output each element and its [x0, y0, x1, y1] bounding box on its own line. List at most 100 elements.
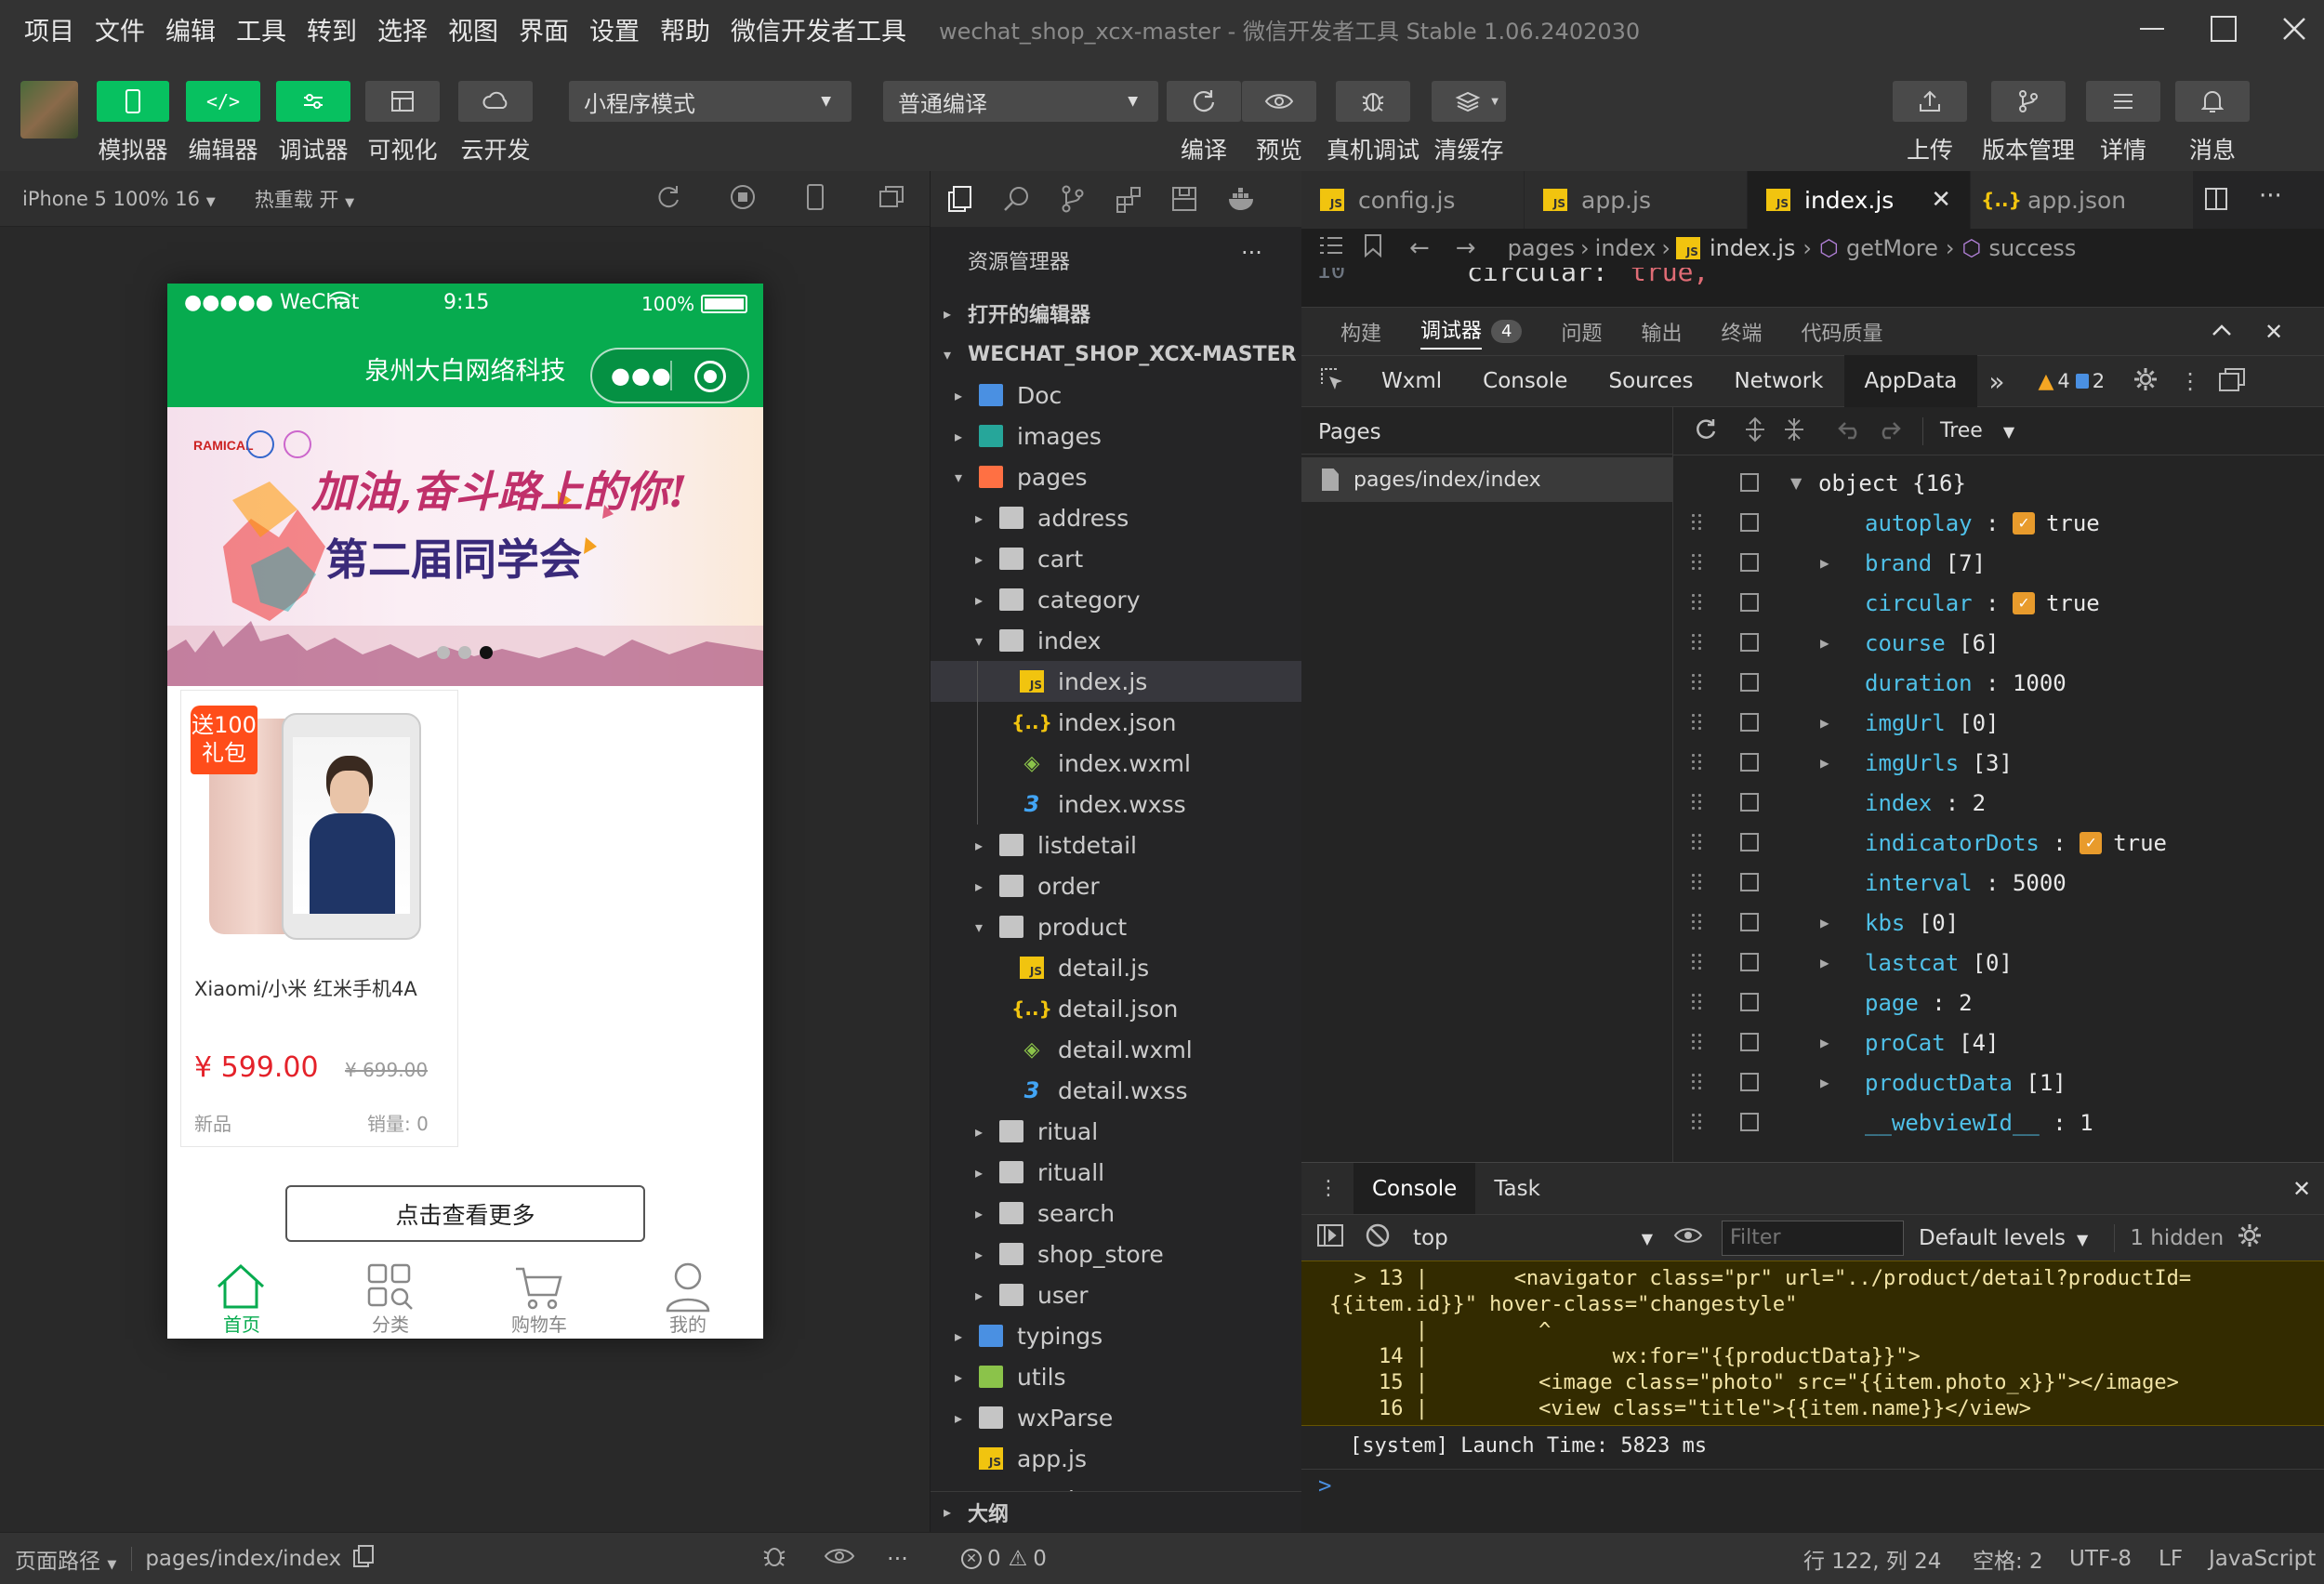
tree-file[interactable]: 3 detail.wxss	[931, 1070, 1302, 1111]
row-checkbox-icon[interactable]	[1740, 593, 1759, 612]
row-checkbox-icon[interactable]	[1740, 553, 1759, 572]
drag-handle-icon[interactable]	[1690, 832, 1703, 852]
appdata-row[interactable]: circular : ✓ true	[1673, 583, 2324, 623]
compile-mode-select[interactable]: 普通编译 ▼	[883, 81, 1158, 122]
menu-settings[interactable]: 设置	[579, 11, 650, 47]
device-icon[interactable]	[805, 183, 825, 215]
drag-handle-icon[interactable]	[1690, 952, 1703, 972]
appdata-row[interactable]: ▶ kbs [0]	[1673, 903, 2324, 943]
panel-tab-wxml[interactable]: Wxml	[1361, 355, 1462, 407]
menu-goto[interactable]: 转到	[297, 11, 367, 47]
close-panel-icon[interactable]: ✕	[2265, 319, 2283, 345]
tree-folder[interactable]: ▸ search	[931, 1193, 1302, 1234]
tree-folder[interactable]: ▸ address	[931, 497, 1302, 538]
panel-tab-network[interactable]: Network	[1713, 355, 1843, 407]
appdata-row[interactable]: ▶ productData [1]	[1673, 1063, 2324, 1102]
info-count[interactable]: 2	[2093, 370, 2105, 392]
drag-handle-icon[interactable]	[1690, 1032, 1703, 1052]
breadcrumb-callback[interactable]: success	[1988, 235, 2076, 261]
outline-section[interactable]: ▸ 大纲	[931, 1491, 1302, 1532]
appdata-row[interactable]: ▶ brand [7]	[1673, 543, 2324, 583]
chevron-up-icon[interactable]	[2211, 320, 2233, 343]
visual-button[interactable]	[365, 81, 440, 122]
problems-indicator[interactable]: ✕ 0 ⚠ 0	[961, 1547, 1047, 1571]
back-arrow-icon[interactable]: ←	[1409, 234, 1430, 262]
editor-more-icon[interactable]: ···	[2259, 182, 2282, 210]
code-editor[interactable]: 10 circular: true,	[1301, 268, 2324, 288]
details-button[interactable]	[2086, 81, 2160, 122]
close-window-button[interactable]	[2266, 7, 2322, 50]
editor-tab-index-js[interactable]: JS index.js ✕	[1748, 171, 1971, 229]
search-icon[interactable]	[1002, 184, 1032, 218]
forward-arrow-icon[interactable]: →	[1456, 234, 1476, 262]
tab-debugger[interactable]: 调试器	[1420, 314, 1483, 350]
list-icon[interactable]	[1318, 234, 1344, 262]
version-button[interactable]	[1991, 81, 2066, 122]
row-checkbox-icon[interactable]	[1740, 993, 1759, 1011]
dock-icon[interactable]	[2218, 366, 2246, 396]
tab-mine[interactable]: 我的	[614, 1255, 762, 1339]
breadcrumb-pages[interactable]: pages	[1508, 235, 1575, 261]
tree-folder[interactable]: ▸ order	[931, 865, 1302, 906]
tab-terminal[interactable]: 终端	[1722, 317, 1763, 347]
expand-all-icon[interactable]	[1744, 416, 1766, 446]
menu-view[interactable]: 视图	[438, 11, 508, 47]
editor-tab-config-js[interactable]: JS config.js	[1301, 171, 1525, 229]
tree-folder[interactable]: ▸ shop_store	[931, 1234, 1302, 1274]
avatar[interactable]	[20, 81, 78, 139]
appdata-value[interactable]: [0]	[1973, 950, 2013, 976]
appdata-value[interactable]: 2	[1973, 790, 1986, 816]
appdata-row[interactable]: __webviewId__ : 1	[1673, 1102, 2324, 1142]
appdata-row[interactable]: indicatorDots : ✓ true	[1673, 823, 2324, 863]
eye-icon[interactable]	[824, 1546, 855, 1572]
storage-icon[interactable]	[1170, 184, 1198, 218]
tree-root-row[interactable]: ▼ object {16}	[1673, 463, 2324, 503]
row-checkbox-icon[interactable]	[1740, 713, 1759, 732]
compile-button[interactable]	[1167, 81, 1241, 122]
tree-file[interactable]: 3 index.wxss	[931, 784, 1302, 825]
redo-icon[interactable]	[1876, 419, 1902, 443]
panel-tab-console[interactable]: Console	[1462, 355, 1588, 407]
copy-icon[interactable]	[352, 1544, 375, 1574]
kebab-menu-icon[interactable]: ⋮	[2179, 368, 2201, 394]
breadcrumb-method[interactable]: getMore	[1846, 235, 1938, 261]
appdata-row[interactable]: ▶ imgUrl [0]	[1673, 703, 2324, 743]
collapse-all-icon[interactable]	[1783, 416, 1805, 446]
product-card[interactable]: 送100 礼包 Xiaomi/小米 红米手机4A ¥ 599.00 ¥ 699.…	[180, 690, 458, 1147]
appdata-value[interactable]: [7]	[1946, 550, 1986, 576]
maximize-button[interactable]	[2196, 7, 2251, 50]
tab-problems[interactable]: 问题	[1561, 317, 1602, 347]
files-icon[interactable]	[945, 184, 975, 218]
appdata-value[interactable]: 1	[2080, 1110, 2093, 1136]
row-checkbox-icon[interactable]	[1740, 833, 1759, 851]
mode-select[interactable]: 小程序模式 ▼	[569, 81, 852, 122]
simulator-toggle-button[interactable]	[97, 81, 169, 122]
bug-icon[interactable]	[760, 1542, 788, 1576]
refresh-icon[interactable]	[1694, 417, 1718, 445]
carousel-dot[interactable]	[437, 646, 450, 659]
console-settings-gear-icon[interactable]	[2237, 1222, 2263, 1254]
drag-handle-icon[interactable]	[1690, 1072, 1703, 1092]
clear-console-icon[interactable]	[1365, 1222, 1391, 1254]
more-tabs-icon[interactable]: »	[1988, 366, 2004, 397]
drag-handle-icon[interactable]	[1690, 592, 1703, 613]
context-select[interactable]: top ▼	[1413, 1226, 1653, 1250]
tree-file[interactable]: JS app.js	[931, 1438, 1302, 1479]
tree-folder[interactable]: ▸ listdetail	[931, 825, 1302, 865]
cursor-position[interactable]: 行 122, 列 24	[1803, 1543, 1941, 1575]
appdata-value[interactable]: 2	[1959, 990, 1972, 1016]
drag-handle-icon[interactable]	[1690, 752, 1703, 772]
editor-toggle-button[interactable]: </>	[186, 81, 260, 122]
upload-button[interactable]	[1893, 81, 1967, 122]
tab-home[interactable]: 首页	[167, 1255, 316, 1339]
drag-handle-icon[interactable]	[1690, 632, 1703, 653]
menu-edit[interactable]: 编辑	[155, 11, 226, 47]
boolean-checkbox[interactable]: ✓	[2080, 831, 2103, 854]
carousel-dot-active[interactable]	[480, 646, 493, 659]
rotate-icon[interactable]	[654, 183, 682, 215]
menu-project[interactable]: 项目	[0, 11, 85, 47]
tree-folder[interactable]: ▸ cart	[931, 538, 1302, 579]
appdata-row[interactable]: duration : 1000	[1673, 663, 2324, 703]
row-checkbox-icon[interactable]	[1740, 953, 1759, 971]
menu-tools[interactable]: 工具	[226, 11, 297, 47]
